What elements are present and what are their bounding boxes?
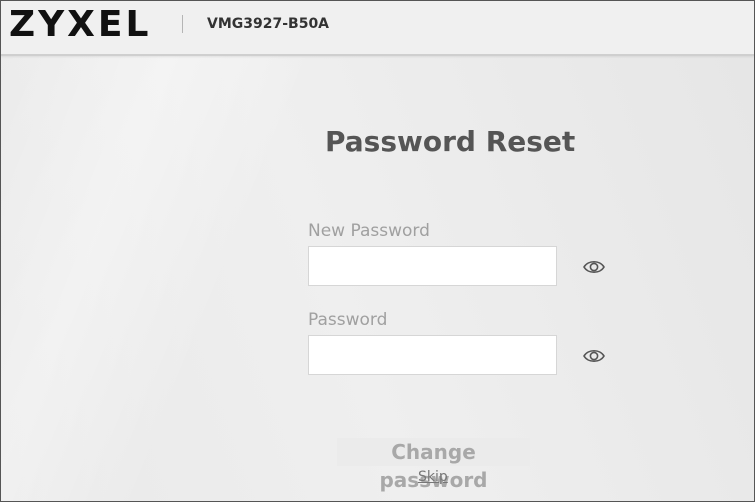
page-frame: ZYXEL VMG3927-B50A Password Reset New Pa… — [0, 0, 755, 502]
change-password-button[interactable]: Change password — [337, 438, 530, 492]
skip-link[interactable]: Skip — [418, 469, 448, 485]
new-password-input[interactable] — [308, 246, 557, 286]
password-input[interactable] — [308, 335, 557, 375]
show-password-eye-icon[interactable] — [583, 347, 605, 365]
password-label: Password — [308, 310, 388, 330]
device-model: VMG3927-B50A — [207, 16, 330, 32]
header-divider — [182, 15, 183, 33]
show-new-password-eye-icon[interactable] — [583, 258, 605, 276]
zyxel-logo: ZYXEL — [9, 4, 152, 45]
header-bar: ZYXEL VMG3927-B50A — [1, 1, 754, 56]
page-title: Password Reset — [325, 125, 576, 158]
new-password-label: New Password — [308, 221, 430, 241]
